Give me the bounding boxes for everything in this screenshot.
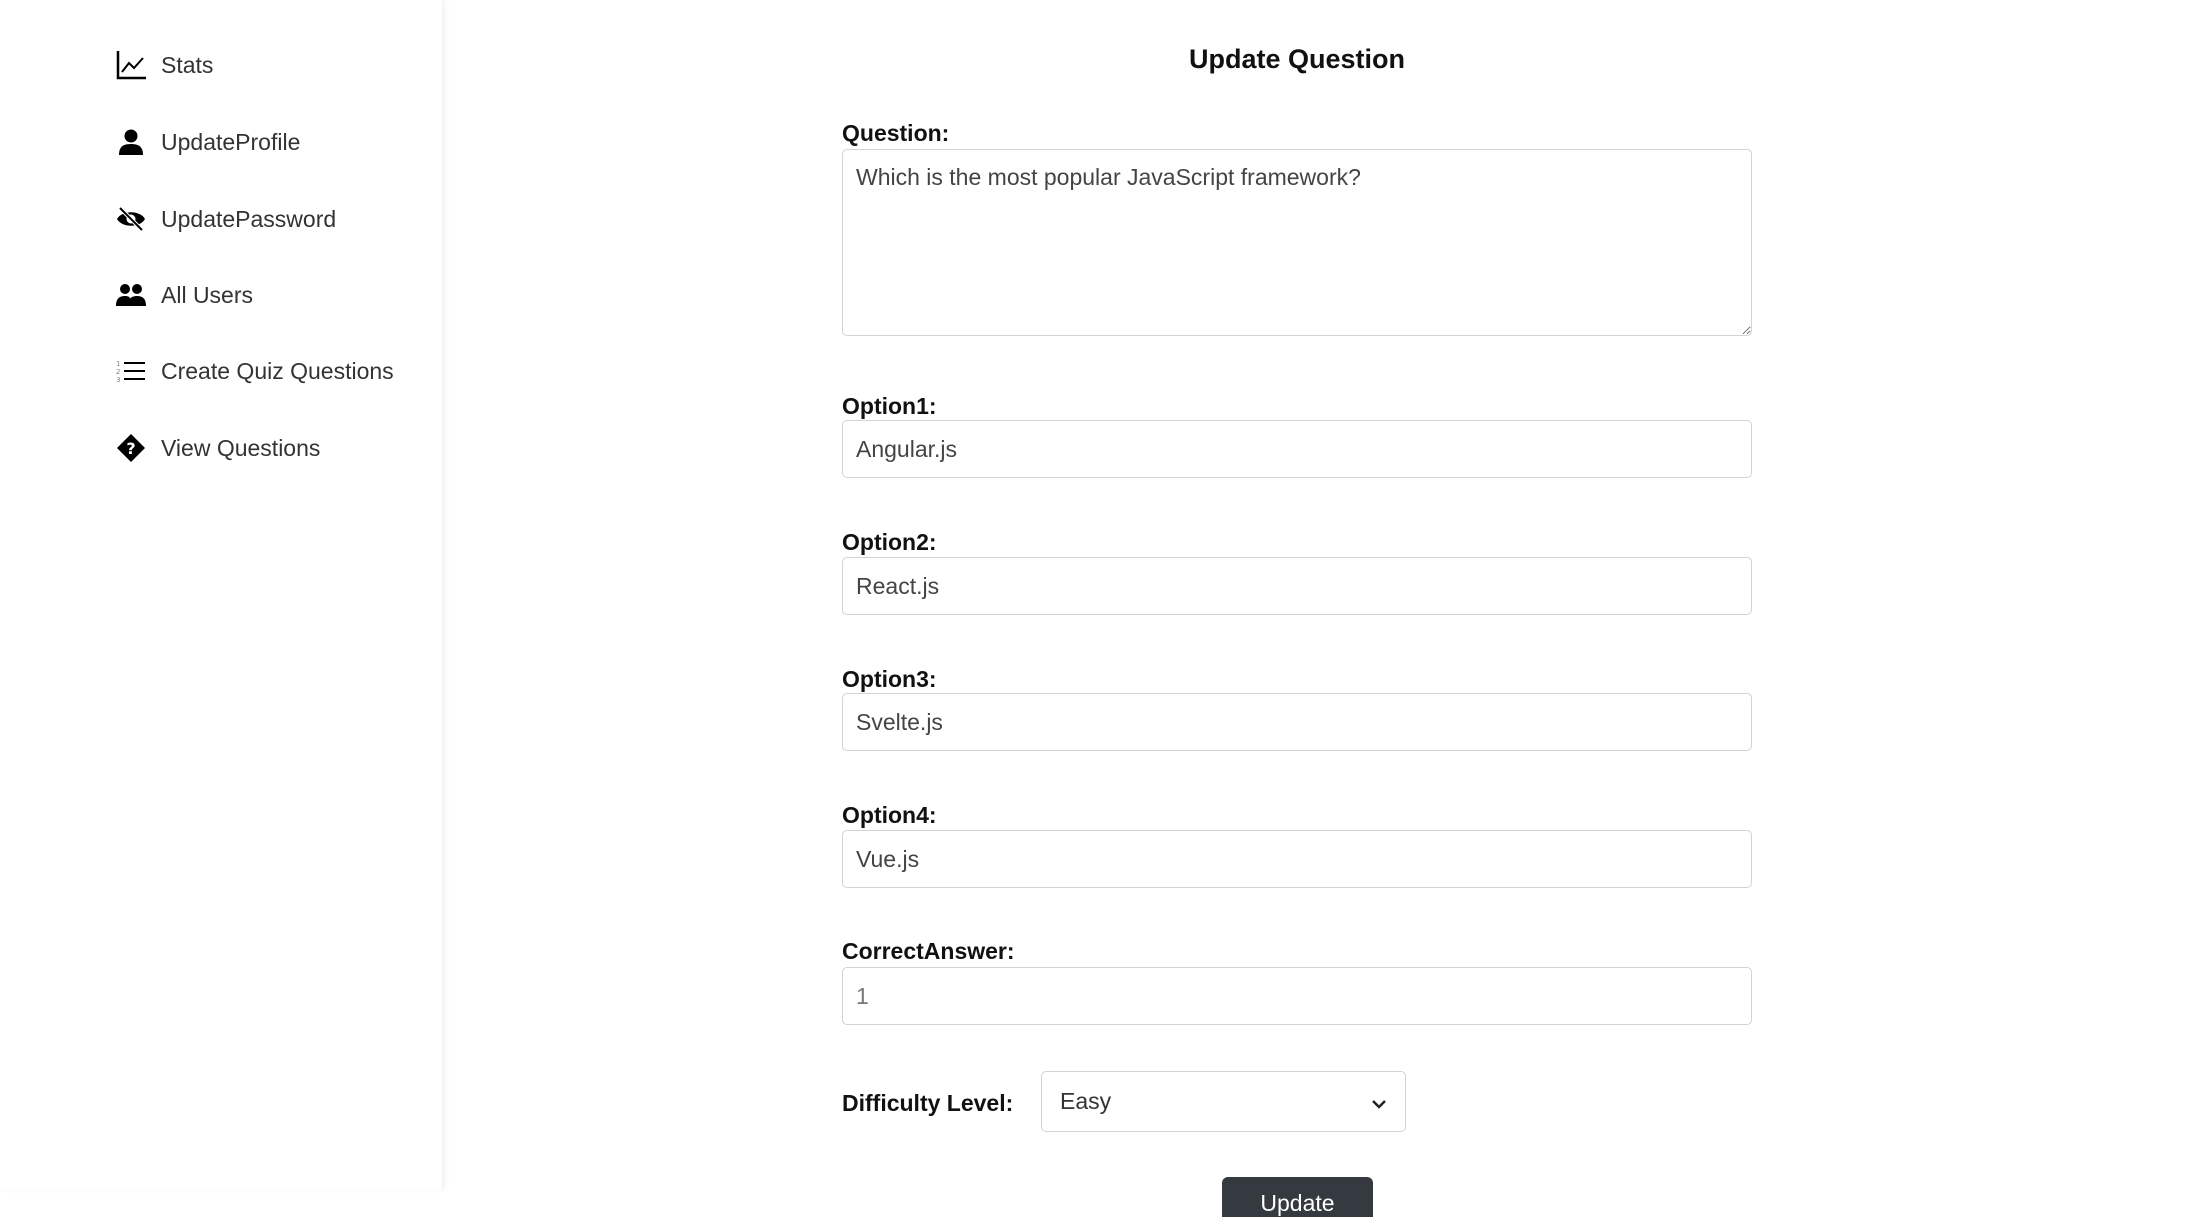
sidebar-item-all-users[interactable]: All Users (115, 279, 253, 311)
user-icon (115, 126, 147, 158)
option4-label: Option4: (842, 802, 937, 828)
svg-text:?: ? (126, 439, 135, 458)
update-button[interactable]: Update (1222, 1177, 1373, 1217)
option2-label: Option2: (842, 529, 937, 555)
option3-input[interactable] (842, 693, 1752, 751)
svg-text:1: 1 (116, 360, 120, 368)
eye-slash-icon (115, 203, 147, 235)
sidebar-item-update-profile[interactable]: UpdateProfile (115, 126, 300, 158)
option4-input[interactable] (842, 830, 1752, 888)
sidebar-item-label: Create Quiz Questions (161, 357, 394, 384)
svg-text:2: 2 (116, 368, 120, 376)
correct-answer-label: CorrectAnswer: (842, 938, 1015, 964)
sidebar-item-view-questions[interactable]: ? View Questions (115, 432, 320, 464)
difficulty-label: Difficulty Level: (842, 1090, 1014, 1116)
option3-label: Option3: (842, 666, 937, 692)
sidebar-item-label: UpdatePassword (161, 205, 337, 232)
question-diamond-icon: ? (115, 432, 147, 464)
sidebar-item-create-quiz-questions[interactable]: 123 Create Quiz Questions (115, 355, 394, 387)
question-label: Question: (842, 120, 950, 146)
page-title: Update Question (1188, 44, 1405, 74)
users-icon (115, 279, 147, 311)
chart-line-icon (115, 49, 147, 81)
svg-text:3: 3 (116, 376, 120, 382)
sidebar-item-label: Stats (161, 51, 214, 78)
sidebar-item-stats[interactable]: Stats (115, 49, 213, 81)
sidebar-item-label: View Questions (161, 434, 321, 461)
option1-input[interactable] (842, 420, 1752, 478)
correct-answer-input[interactable] (842, 967, 1752, 1025)
sidebar-item-update-password[interactable]: UpdatePassword (115, 203, 336, 235)
sidebar: Stats UpdateProfile UpdatePassword All U… (0, 0, 443, 1189)
option2-input[interactable] (842, 557, 1752, 615)
difficulty-select[interactable]: Easy (1041, 1071, 1406, 1132)
sidebar-item-label: All Users (161, 281, 254, 308)
question-textarea[interactable]: Which is the most popular JavaScript fra… (842, 149, 1752, 336)
chevron-down-icon (1371, 1088, 1387, 1115)
sidebar-item-label: UpdateProfile (161, 128, 301, 155)
difficulty-value: Easy (1060, 1088, 1112, 1114)
option1-label: Option1: (842, 393, 937, 419)
list-ol-icon: 123 (115, 355, 147, 387)
